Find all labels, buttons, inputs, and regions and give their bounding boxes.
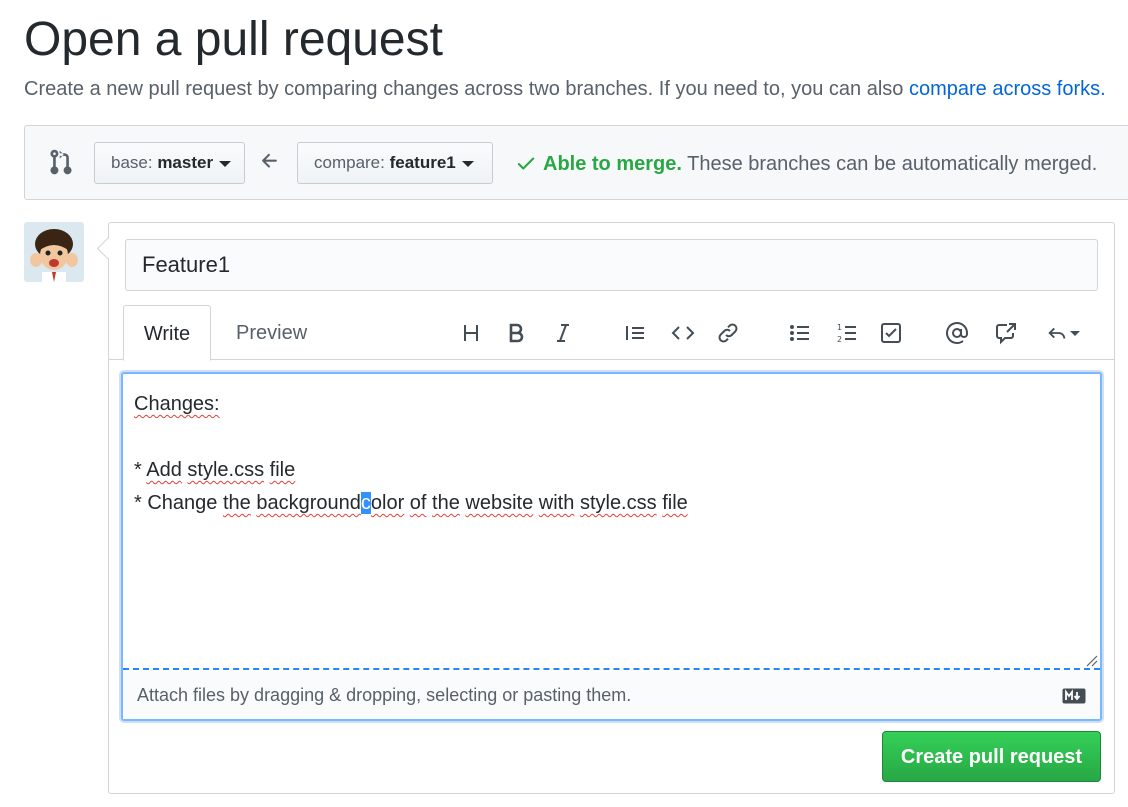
ordered-list-icon[interactable]: 12 [831,317,863,349]
comment-editor: Changes: * Add style.css file * Change t… [121,372,1102,721]
svg-text:1: 1 [837,323,842,332]
body-line-1: Changes: [134,393,220,415]
quote-icon[interactable] [619,317,651,349]
mention-icon[interactable] [941,317,973,349]
caret-down-icon [461,160,474,167]
subtitle-text: Create a new pull request by comparing c… [24,78,909,100]
base-branch-name: master [157,153,214,172]
caret-down-icon [1070,330,1080,336]
bold-icon[interactable] [500,317,532,349]
body-line-4: * Change the backgroundcolor of the webs… [134,492,688,514]
avatar[interactable] [24,222,84,282]
base-prefix: base: [111,153,158,172]
page-subtitle: Create a new pull request by comparing c… [24,76,1106,102]
editor-tabnav: Write Preview 12 [109,305,1114,361]
avatar-image [24,222,84,282]
base-branch-select[interactable]: base: master [94,142,245,184]
check-icon [517,157,535,170]
page-title: Open a pull request [24,13,443,66]
compare-prefix: compare: [314,153,390,172]
body-line-3: * Add style.css file [134,459,296,481]
caret-down-icon [219,160,232,167]
compare-across-forks-link[interactable]: compare across forks. [909,78,1106,100]
svg-text:2: 2 [837,335,842,344]
arrow-left-icon [262,153,277,168]
resize-handle-icon[interactable] [1084,653,1098,667]
attach-files-hint[interactable]: Attach files by dragging & dropping, sel… [123,672,1100,719]
tab-write[interactable]: Write [123,305,211,361]
link-icon[interactable] [712,317,744,349]
merge-message: These branches can be automatically merg… [681,153,1098,175]
tab-preview[interactable]: Preview [236,305,307,360]
pr-title-input[interactable] [125,239,1098,291]
selected-text: c [360,492,371,514]
reply-icon[interactable] [1041,317,1085,349]
reference-icon[interactable] [990,317,1022,349]
compare-branch-name: feature1 [389,153,456,172]
merge-ok-text: Able to merge. [543,153,682,175]
create-pull-request-button[interactable]: Create pull request [882,731,1101,782]
pull-request-form: Write Preview 12 Changes: * Add style.cs… [108,222,1115,794]
compare-branch-select[interactable]: compare: feature1 [297,142,493,184]
comment-body-textarea[interactable]: Changes: * Add style.css file * Change t… [123,374,1100,670]
task-list-icon[interactable] [875,317,907,349]
unordered-list-icon[interactable] [784,317,816,349]
markdown-icon [1062,688,1086,704]
branch-range-bar: base: master compare: feature1 Able to m… [24,125,1128,200]
code-icon[interactable] [667,317,699,349]
merge-status: Able to merge. These branches can be aut… [515,150,1097,178]
heading-icon[interactable] [455,317,487,349]
pull-request-icon [50,149,72,175]
italic-icon[interactable] [547,317,579,349]
